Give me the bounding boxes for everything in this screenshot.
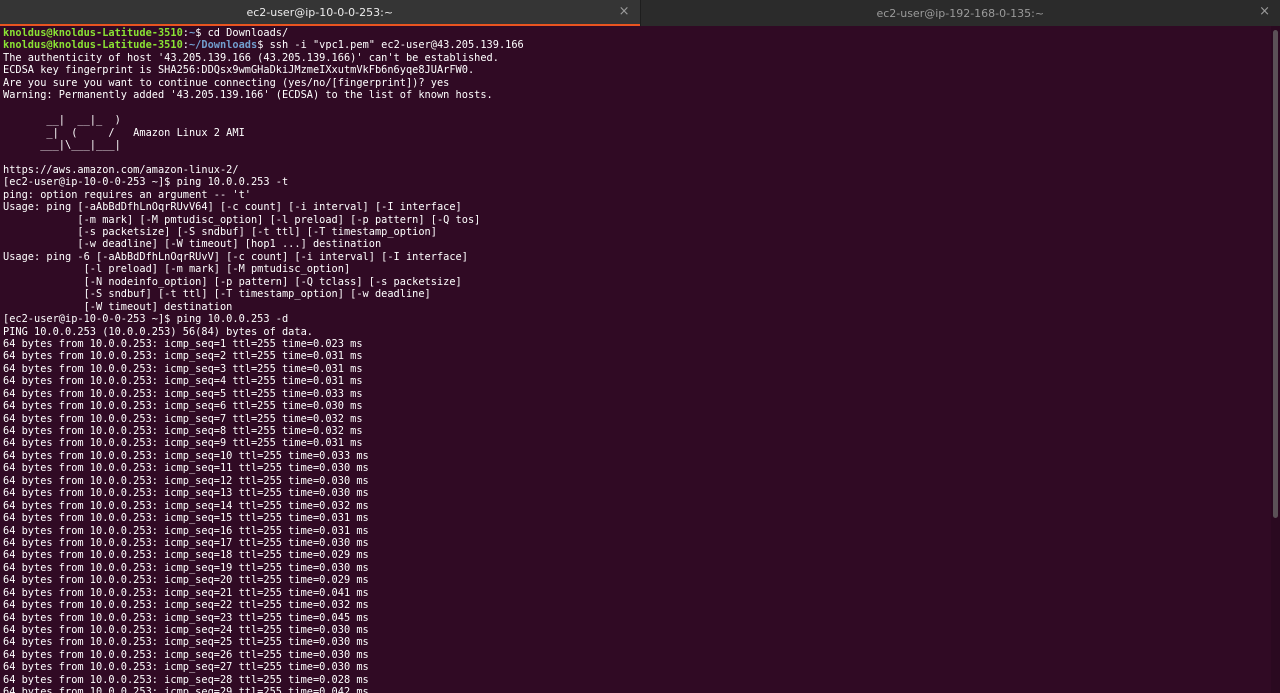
terminal-line: 64 bytes from 10.0.0.253: icmp_seq=19 tt… <box>3 561 369 574</box>
scrollbar[interactable] <box>1271 26 1280 693</box>
terminal-line: 64 bytes from 10.0.0.253: icmp_seq=22 tt… <box>3 599 369 612</box>
terminal-line: Are you sure you want to continue connec… <box>3 76 450 89</box>
terminal-line: 64 bytes from 10.0.0.253: icmp_seq=17 tt… <box>3 536 369 549</box>
terminal-line: 64 bytes from 10.0.0.253: icmp_seq=5 ttl… <box>3 387 363 400</box>
terminal-line: 64 bytes from 10.0.0.253: icmp_seq=18 tt… <box>3 549 369 562</box>
terminal-line: 64 bytes from 10.0.0.253: icmp_seq=6 ttl… <box>3 400 363 413</box>
terminal-line: [-w deadline] [-W timeout] [hop1 ...] de… <box>3 238 382 251</box>
terminal-line: 64 bytes from 10.0.0.253: icmp_seq=2 ttl… <box>3 350 363 363</box>
terminal-line: __| __|_ ) <box>3 114 121 127</box>
terminal-line: 64 bytes from 10.0.0.253: icmp_seq=1 ttl… <box>3 337 363 350</box>
terminal-line: 64 bytes from 10.0.0.253: icmp_seq=27 tt… <box>3 661 369 674</box>
terminal-line: 64 bytes from 10.0.0.253: icmp_seq=16 tt… <box>3 524 369 537</box>
terminal-line: 64 bytes from 10.0.0.253: icmp_seq=23 tt… <box>3 611 369 624</box>
terminal-output[interactable]: knoldus@knoldus-Latitude-3510:~$ cd Down… <box>3 27 1271 693</box>
prompt-command: $ cd Downloads/ <box>195 27 289 39</box>
terminal-line: 64 bytes from 10.0.0.253: icmp_seq=26 tt… <box>3 648 369 661</box>
terminal-line: 64 bytes from 10.0.0.253: icmp_seq=11 tt… <box>3 462 369 475</box>
terminal-line: 64 bytes from 10.0.0.253: icmp_seq=21 tt… <box>3 586 369 599</box>
output-lines: The authenticity of host '43.205.139.166… <box>3 52 1271 693</box>
terminal-line: 64 bytes from 10.0.0.253: icmp_seq=10 tt… <box>3 449 369 462</box>
terminal-line: [-l preload] [-m mark] [-M pmtudisc_opti… <box>3 263 351 276</box>
terminal-line: knoldus@knoldus-Latitude-3510:~$ cd Down… <box>3 27 1271 39</box>
terminal-line: 64 bytes from 10.0.0.253: icmp_seq=12 tt… <box>3 474 369 487</box>
terminal-line: Warning: Permanently added '43.205.139.1… <box>3 89 493 102</box>
terminal-line: knoldus@knoldus-Latitude-3510:~/Download… <box>3 39 1271 51</box>
terminal-line: https://aws.amazon.com/amazon-linux-2/ <box>3 163 239 176</box>
terminal-line: 64 bytes from 10.0.0.253: icmp_seq=13 tt… <box>3 487 369 500</box>
terminal-line: 64 bytes from 10.0.0.253: icmp_seq=8 ttl… <box>3 425 363 437</box>
close-icon[interactable]: × <box>1259 5 1270 19</box>
prompt-command: $ ssh -i "vpc1.pem" ec2-user@43.205.139.… <box>257 39 524 52</box>
terminal-line: Usage: ping [-aAbBdDfhLnOqrRUvV64] [-c c… <box>3 201 462 214</box>
prompt-user: knoldus@knoldus-Latitude-3510 <box>3 27 183 39</box>
terminal-line: [ec2-user@ip-10-0-0-253 ~]$ ping 10.0.0.… <box>3 176 289 189</box>
terminal-line: ping: option requires an argument -- 't' <box>3 188 251 201</box>
tab-ec2-192-168-0-135[interactable]: ec2-user@ip-192-168-0-135:~ × <box>639 0 1280 26</box>
terminal-line: The authenticity of host '43.205.139.166… <box>3 51 499 64</box>
terminal-line: 64 bytes from 10.0.0.253: icmp_seq=29 tt… <box>3 686 369 693</box>
tab-title: ec2-user@ip-192-168-0-135:~ <box>876 6 1045 20</box>
terminal-line: 64 bytes from 10.0.0.253: icmp_seq=14 tt… <box>3 499 369 512</box>
terminal-line: 64 bytes from 10.0.0.253: icmp_seq=24 tt… <box>3 624 369 636</box>
terminal-line: Usage: ping -6 [-aAbBdDfhLnOqrRUvV] [-c … <box>3 250 468 263</box>
terminal-line: ___|\___|___| <box>3 138 121 151</box>
prompt-path: ~/Downloads <box>188 39 258 52</box>
terminal-line: [-N nodeinfo_option] [-p pattern] [-Q tc… <box>3 275 462 288</box>
terminal-line: 64 bytes from 10.0.0.253: icmp_seq=28 tt… <box>3 673 369 686</box>
terminal-line: 64 bytes from 10.0.0.253: icmp_seq=15 tt… <box>3 512 369 525</box>
terminal-line: ECDSA key fingerprint is SHA256:DDQsx9wm… <box>3 64 475 77</box>
terminal-line: _| ( / Amazon Linux 2 AMI <box>3 126 245 139</box>
terminal-line: 64 bytes from 10.0.0.253: icmp_seq=20 tt… <box>3 574 369 587</box>
close-icon[interactable]: × <box>619 5 630 19</box>
terminal-line: [-s packetsize] [-S sndbuf] [-t ttl] [-T… <box>3 226 437 238</box>
terminal-line: [ec2-user@ip-10-0-0-253 ~]$ ping 10.0.0.… <box>3 313 289 326</box>
terminal-line: 64 bytes from 10.0.0.253: icmp_seq=25 tt… <box>3 636 369 649</box>
terminal-line: [-S sndbuf] [-t ttl] [-T timestamp_optio… <box>3 288 431 301</box>
terminal-line: PING 10.0.0.253 (10.0.0.253) 56(84) byte… <box>3 325 313 338</box>
scrollbar-thumb[interactable] <box>1273 30 1278 518</box>
terminal-line: 64 bytes from 10.0.0.253: icmp_seq=9 ttl… <box>3 437 363 450</box>
terminal-line: [-W timeout] destination <box>3 300 233 313</box>
terminal-line: 64 bytes from 10.0.0.253: icmp_seq=3 ttl… <box>3 362 363 375</box>
terminal-line: [-m mark] [-M pmtudisc_option] [-l prelo… <box>3 213 481 226</box>
tab-bar: ec2-user@ip-10-0-0-253:~ × ec2-user@ip-1… <box>0 0 1280 26</box>
terminal-line: 64 bytes from 10.0.0.253: icmp_seq=4 ttl… <box>3 375 363 388</box>
prompt-user: knoldus@knoldus-Latitude-3510 <box>3 39 183 52</box>
tab-ec2-10-0-0-253[interactable]: ec2-user@ip-10-0-0-253:~ × <box>0 0 640 26</box>
terminal-line: 64 bytes from 10.0.0.253: icmp_seq=7 ttl… <box>3 412 363 425</box>
tab-title: ec2-user@ip-10-0-0-253:~ <box>246 5 394 19</box>
